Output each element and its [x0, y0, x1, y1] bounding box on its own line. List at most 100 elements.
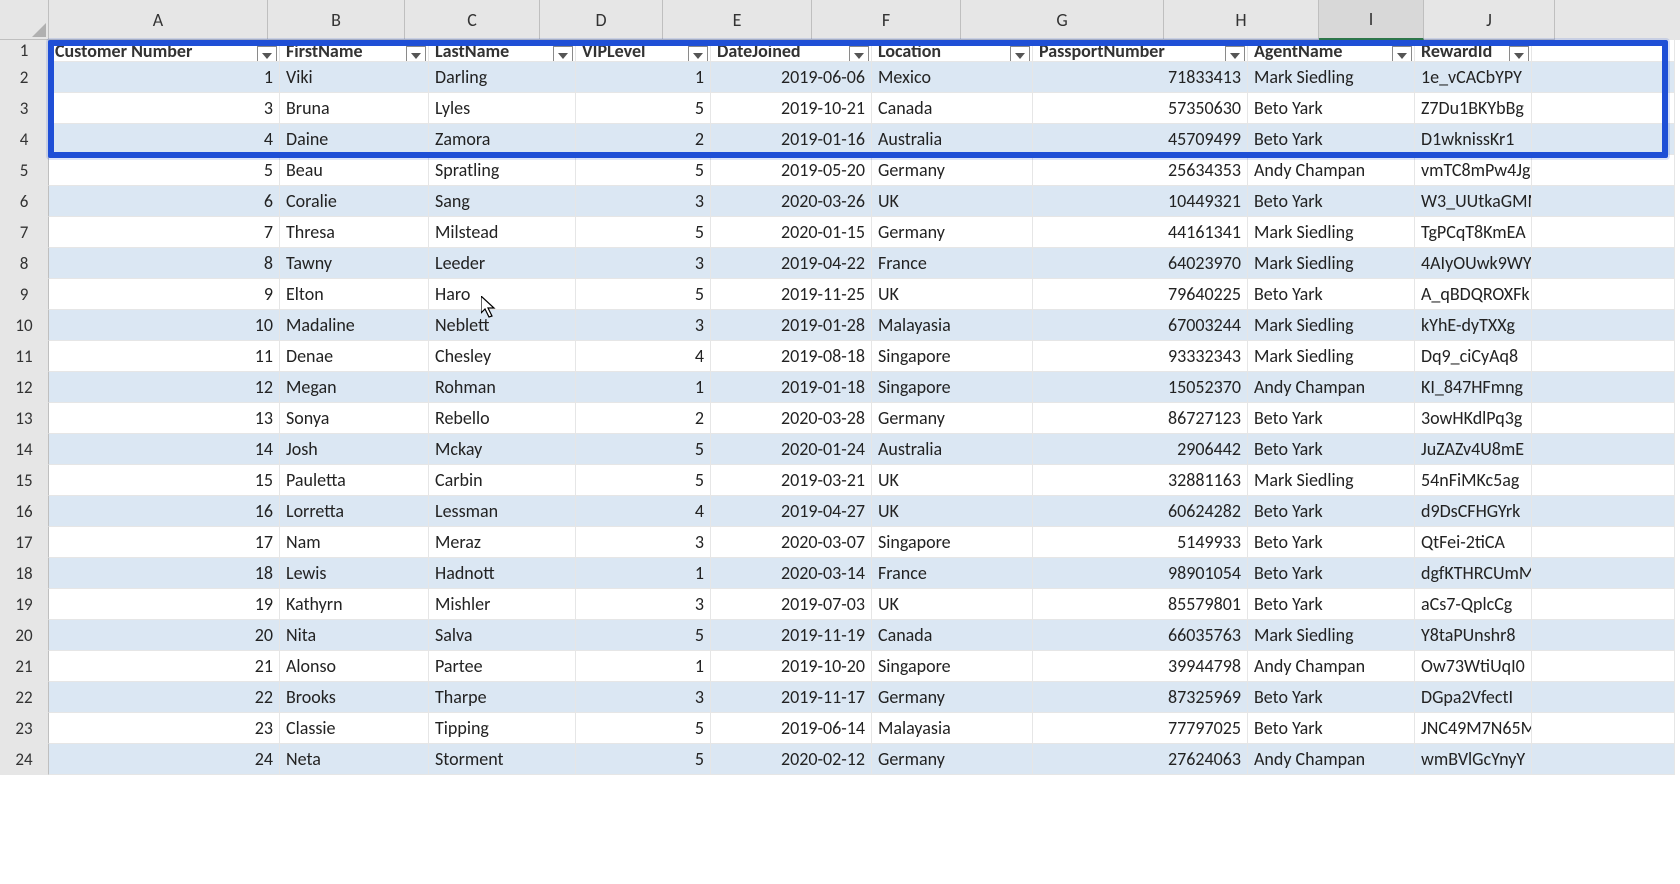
cell-firstname[interactable]: Nam: [280, 527, 429, 558]
cell[interactable]: [1532, 341, 1675, 372]
cell-viplevel[interactable]: 5: [576, 279, 711, 310]
cell-customer-number[interactable]: 21: [49, 651, 280, 682]
cell-firstname[interactable]: Denae: [280, 341, 429, 372]
cell-passport[interactable]: 25634353: [1033, 155, 1248, 186]
filter-dropdown-icon[interactable]: [1392, 46, 1412, 62]
cell[interactable]: [1532, 558, 1675, 589]
cell-firstname[interactable]: Viki: [280, 62, 429, 93]
cell-reward[interactable]: JNC49M7N65M: [1415, 713, 1532, 744]
cell-firstname[interactable]: Madaline: [280, 310, 429, 341]
filter-dropdown-icon[interactable]: [1509, 46, 1529, 62]
cell-firstname[interactable]: Brooks: [280, 682, 429, 713]
cell-customer-number[interactable]: 8: [49, 248, 280, 279]
cell[interactable]: [1532, 186, 1675, 217]
cell-datejoined[interactable]: 2020-03-14: [711, 558, 872, 589]
cell-customer-number[interactable]: 4: [49, 124, 280, 155]
cell-passport[interactable]: 10449321: [1033, 186, 1248, 217]
row-number[interactable]: 11: [0, 341, 49, 372]
row-number[interactable]: 3: [0, 93, 49, 124]
cell-reward[interactable]: D1wknissKr1: [1415, 124, 1532, 155]
cell-firstname[interactable]: Sonya: [280, 403, 429, 434]
cell-passport[interactable]: 86727123: [1033, 403, 1248, 434]
cell-datejoined[interactable]: 2020-02-12: [711, 744, 872, 775]
cell-reward[interactable]: Z7Du1BKYbBg: [1415, 93, 1532, 124]
cell-reward[interactable]: DGpa2VfectI: [1415, 682, 1532, 713]
filter-dropdown-icon[interactable]: [1010, 46, 1030, 62]
cell-location[interactable]: Germany: [872, 155, 1033, 186]
cell-lastname[interactable]: Mckay: [429, 434, 576, 465]
cell-viplevel[interactable]: 2: [576, 403, 711, 434]
column-header-F[interactable]: F: [812, 0, 961, 40]
cell-passport[interactable]: 67003244: [1033, 310, 1248, 341]
cell-lastname[interactable]: Salva: [429, 620, 576, 651]
cell[interactable]: [1532, 527, 1675, 558]
row-number[interactable]: 22: [0, 682, 49, 713]
cell-agent[interactable]: Beto Yark: [1248, 93, 1415, 124]
cell-passport[interactable]: 85579801: [1033, 589, 1248, 620]
cell-datejoined[interactable]: 2019-01-16: [711, 124, 872, 155]
cell-firstname[interactable]: Bruna: [280, 93, 429, 124]
row-number[interactable]: 21: [0, 651, 49, 682]
cell-lastname[interactable]: Sang: [429, 186, 576, 217]
cell-viplevel[interactable]: 4: [576, 496, 711, 527]
cell-customer-number[interactable]: 5: [49, 155, 280, 186]
cell-lastname[interactable]: Mishler: [429, 589, 576, 620]
cell-agent[interactable]: Mark Siedling: [1248, 217, 1415, 248]
cell-customer-number[interactable]: 19: [49, 589, 280, 620]
cell-reward[interactable]: Dq9_ciCyAq8: [1415, 341, 1532, 372]
cell-reward[interactable]: Ow73WtiUqI0: [1415, 651, 1532, 682]
cell-reward[interactable]: aCs7-QplcCg: [1415, 589, 1532, 620]
cell-passport[interactable]: 39944798: [1033, 651, 1248, 682]
cell[interactable]: [1532, 496, 1675, 527]
cell-datejoined[interactable]: 2019-01-18: [711, 372, 872, 403]
cell-datejoined[interactable]: 2020-03-07: [711, 527, 872, 558]
cell[interactable]: [1532, 403, 1675, 434]
cell-customer-number[interactable]: 11: [49, 341, 280, 372]
cell-firstname[interactable]: Alonso: [280, 651, 429, 682]
row-number[interactable]: 8: [0, 248, 49, 279]
cell-reward[interactable]: QtFei-2tiCA: [1415, 527, 1532, 558]
row-number[interactable]: 18: [0, 558, 49, 589]
cell-customer-number[interactable]: 1: [49, 62, 280, 93]
row-number[interactable]: 5: [0, 155, 49, 186]
cell-customer-number[interactable]: 23: [49, 713, 280, 744]
cell-location[interactable]: Canada: [872, 93, 1033, 124]
cell-viplevel[interactable]: 5: [576, 434, 711, 465]
cell-agent[interactable]: Beto Yark: [1248, 496, 1415, 527]
cell[interactable]: [1532, 93, 1675, 124]
cell-datejoined[interactable]: 2019-06-14: [711, 713, 872, 744]
row-number[interactable]: 23: [0, 713, 49, 744]
cell-location[interactable]: Malayasia: [872, 713, 1033, 744]
cell-agent[interactable]: Mark Siedling: [1248, 248, 1415, 279]
cell-passport[interactable]: 66035763: [1033, 620, 1248, 651]
cell-location[interactable]: Australia: [872, 124, 1033, 155]
cell-datejoined[interactable]: 2019-04-27: [711, 496, 872, 527]
cell-reward[interactable]: KI_847HFmng: [1415, 372, 1532, 403]
cell-lastname[interactable]: Haro: [429, 279, 576, 310]
cell-location[interactable]: UK: [872, 496, 1033, 527]
cell-customer-number[interactable]: 16: [49, 496, 280, 527]
cell-passport[interactable]: 60624282: [1033, 496, 1248, 527]
column-header-B[interactable]: B: [268, 0, 405, 40]
cell-viplevel[interactable]: 3: [576, 310, 711, 341]
cell-firstname[interactable]: Pauletta: [280, 465, 429, 496]
hdr-agent[interactable]: AgentName: [1248, 40, 1415, 62]
cell-viplevel[interactable]: 3: [576, 589, 711, 620]
cell-customer-number[interactable]: 10: [49, 310, 280, 341]
cell-datejoined[interactable]: 2019-10-21: [711, 93, 872, 124]
cell-location[interactable]: France: [872, 248, 1033, 279]
column-header-H[interactable]: H: [1164, 0, 1319, 40]
cell-location[interactable]: UK: [872, 186, 1033, 217]
cell-reward[interactable]: wmBVlGcYnyY: [1415, 744, 1532, 775]
cell-agent[interactable]: Beto Yark: [1248, 713, 1415, 744]
cell-firstname[interactable]: Josh: [280, 434, 429, 465]
cell-firstname[interactable]: Kathyrn: [280, 589, 429, 620]
cell-passport[interactable]: 2906442: [1033, 434, 1248, 465]
cell[interactable]: [1532, 620, 1675, 651]
cell-viplevel[interactable]: 5: [576, 217, 711, 248]
cell-customer-number[interactable]: 12: [49, 372, 280, 403]
cell-lastname[interactable]: Lyles: [429, 93, 576, 124]
cell-datejoined[interactable]: 2019-06-06: [711, 62, 872, 93]
cell-viplevel[interactable]: 1: [576, 558, 711, 589]
cell-firstname[interactable]: Daine: [280, 124, 429, 155]
